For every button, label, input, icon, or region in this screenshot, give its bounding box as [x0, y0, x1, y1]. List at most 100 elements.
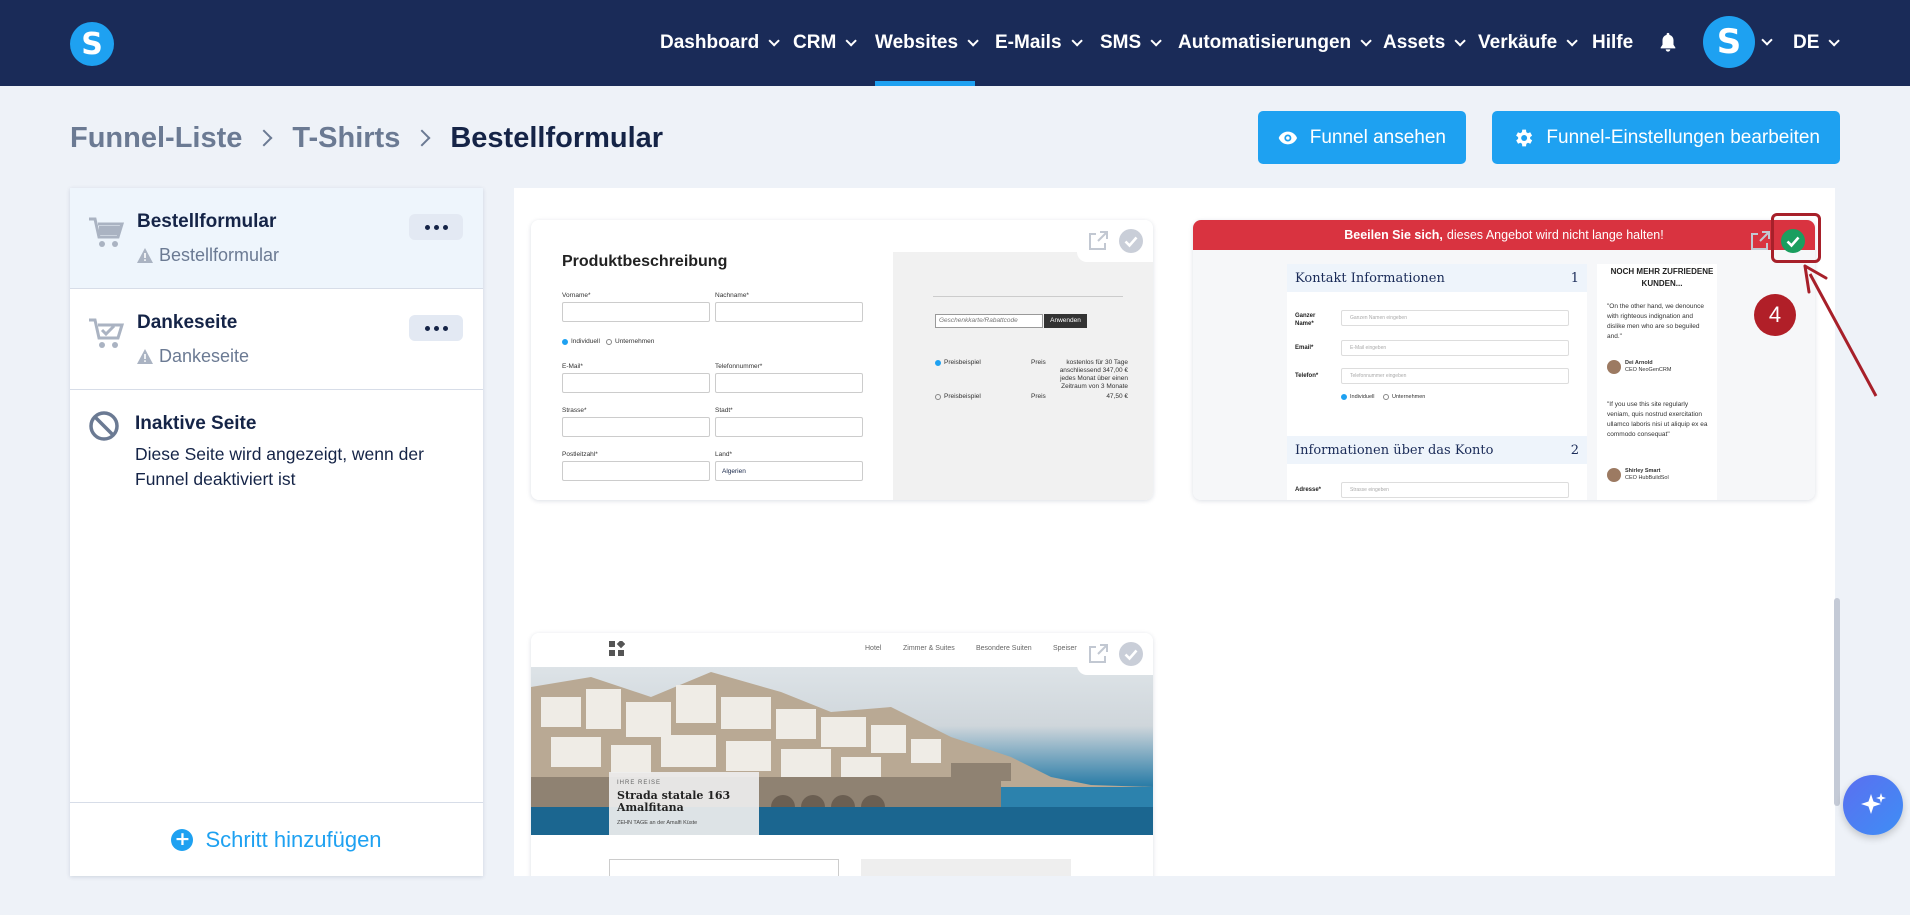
step-subtitle: Bestellformular	[137, 245, 279, 266]
warning-icon	[137, 349, 153, 364]
user-avatar[interactable]: S	[1703, 16, 1755, 68]
nav-crm[interactable]: CRM	[793, 0, 858, 86]
chevron-down-icon	[1150, 35, 1162, 47]
step-more-button[interactable]	[409, 315, 463, 341]
template-card-order-form[interactable]: Produktbeschreibung Vorname* Nachname* I…	[531, 220, 1153, 500]
edit-funnel-settings-label: Funnel-Einstellungen bearbeiten	[1546, 126, 1820, 148]
preview-radio: Unternehmen	[606, 338, 654, 345]
add-step-button[interactable]: + Schritt hinzufügen	[70, 802, 483, 876]
view-funnel-label: Funnel ansehen	[1309, 126, 1446, 148]
nav-websites[interactable]: Websites	[875, 0, 979, 86]
nav-assets[interactable]: Assets	[1383, 0, 1467, 86]
nav-sms[interactable]: SMS	[1100, 0, 1162, 86]
chevron-down-icon[interactable]	[1761, 34, 1773, 46]
preview-heading: Produktbeschreibung	[562, 253, 728, 270]
preview-apply-button: Anwenden	[1044, 314, 1087, 328]
chevron-right-icon	[255, 129, 273, 147]
radio-label: Individuell	[1350, 394, 1375, 400]
dot	[433, 224, 439, 230]
nav-help[interactable]: Hilfe	[1592, 0, 1633, 86]
preview-label: Postleitzahl*	[562, 451, 598, 458]
caption-title: Strada statale 163 Amalfitana	[617, 789, 731, 814]
preview-input	[715, 302, 863, 322]
cart-check-icon	[89, 318, 124, 348]
inactive-page-step[interactable]: Inaktive Seite Diese Seite wird angezeig…	[70, 390, 483, 510]
step-order-form[interactable]: Bestellformular Bestellformular	[70, 188, 483, 289]
inactive-page-title: Inaktive Seite	[135, 413, 257, 434]
avatar	[1607, 360, 1621, 374]
warning-icon	[137, 248, 153, 263]
nav-automations[interactable]: Automatisierungen	[1178, 0, 1372, 86]
dot	[442, 325, 448, 331]
preview-input	[609, 859, 839, 876]
radio-dot	[1383, 394, 1389, 400]
preview-label: Ganzer Name*	[1295, 313, 1316, 327]
scrollbar-thumb[interactable]	[1834, 598, 1840, 806]
template-card-checkout[interactable]: Beeilen Sie sich, dieses Angebot wird nic…	[1193, 220, 1815, 500]
testimonial-quote: "On the other hand, we denounce with rig…	[1607, 303, 1704, 340]
preview-input	[562, 373, 710, 393]
chevron-down-icon	[768, 35, 781, 47]
author-role: CEO NeoGenCRM	[1625, 367, 1672, 373]
preview-select: Algerien	[715, 461, 863, 481]
app-logo[interactable]: S	[70, 22, 114, 66]
dot	[424, 325, 430, 331]
edit-funnel-settings-button[interactable]: Funnel-Einstellungen bearbeiten	[1492, 111, 1840, 164]
step-thank-you[interactable]: Dankeseite Dankeseite	[70, 289, 483, 390]
template-card-hotel[interactable]: Hotel Zimmer & Suites Besondere Suiten S…	[531, 633, 1153, 876]
preview-label: Vorname*	[562, 292, 591, 299]
annotation-step-badge: 4	[1754, 294, 1796, 336]
preview-label: Adresse*	[1295, 487, 1322, 493]
template-grid: Produktbeschreibung Vorname* Nachname* I…	[514, 188, 1835, 876]
breadcrumb-tshirts[interactable]: T-Shirts	[292, 122, 400, 155]
chevron-down-icon	[1070, 35, 1083, 47]
check-circle-icon[interactable]	[1118, 641, 1144, 667]
preview-input	[562, 461, 710, 481]
template-preview: Produktbeschreibung Vorname* Nachname* I…	[531, 220, 893, 500]
bell-icon[interactable]	[1657, 30, 1679, 54]
language-label: DE	[1793, 32, 1820, 53]
step-title: Dankeseite	[137, 312, 238, 333]
preview-form-column: Kontakt Informationen 1 Ganzer Name* Ganz…	[1287, 264, 1587, 500]
preview-radio: Preisbeispiel	[935, 359, 981, 366]
preview-menu-item: Besondere Suiten	[976, 645, 1032, 652]
template-preview: Kontakt Informationen 1 Ganzer Name* Ganz…	[1193, 250, 1815, 500]
grid-logo-icon	[609, 641, 625, 656]
breadcrumb-funnel-list[interactable]: Funnel-Liste	[70, 122, 242, 155]
check-circle-icon[interactable]	[1118, 228, 1144, 254]
template-preview-header: Hotel Zimmer & Suites Besondere Suiten S…	[531, 633, 1153, 667]
radio-dot	[562, 338, 568, 345]
nav-emails[interactable]: E-Mails	[995, 0, 1083, 86]
nav-assets-label: Assets	[1383, 32, 1446, 53]
preview-urgency-banner: Beeilen Sie sich, dieses Angebot wird nic…	[1193, 220, 1815, 250]
external-link-icon[interactable]	[1086, 229, 1110, 253]
preview-input: Telefonnummer eingeben	[1341, 368, 1569, 384]
nav-crm-label: CRM	[793, 32, 837, 53]
caption-kicker: IHRE REISE	[617, 780, 662, 786]
preview-menu-item: Hotel	[865, 645, 882, 652]
preview-input	[715, 373, 863, 393]
preview-menu-item: Speisen	[1053, 645, 1079, 652]
external-link-icon[interactable]	[1086, 642, 1110, 666]
step-more-button[interactable]	[409, 214, 463, 240]
radio-dot	[1341, 394, 1347, 400]
radio-dot	[935, 359, 941, 366]
nav-sales[interactable]: Verkäufe	[1478, 0, 1579, 86]
language-selector[interactable]: DE	[1793, 0, 1841, 86]
section-title: Informationen über das Konto	[1295, 442, 1494, 458]
view-funnel-button[interactable]: Funnel ansehen	[1258, 111, 1466, 164]
external-link-icon[interactable]	[1748, 229, 1772, 253]
preview-block	[861, 859, 1071, 876]
ai-assistant-button[interactable]	[1843, 775, 1903, 835]
radio-label: Unternehmen	[1392, 394, 1426, 400]
preview-input: Ganzen Namen eingeben	[1341, 310, 1569, 326]
author-role: CEO HubBuildSol	[1625, 475, 1669, 481]
preview-input: E-Mail eingeben	[1341, 340, 1569, 356]
preview-hero-image: IHRE REISE Strada statale 163 Amalfitana…	[531, 667, 1153, 835]
preview-hero-caption: IHRE REISE Strada statale 163 Amalfitana…	[609, 772, 759, 835]
annotation-highlight-box	[1771, 213, 1821, 263]
eye-icon	[1278, 131, 1298, 144]
nav-dashboard[interactable]: Dashboard	[660, 0, 781, 86]
section-number: 2	[1570, 442, 1579, 458]
cart-icon	[89, 217, 124, 247]
